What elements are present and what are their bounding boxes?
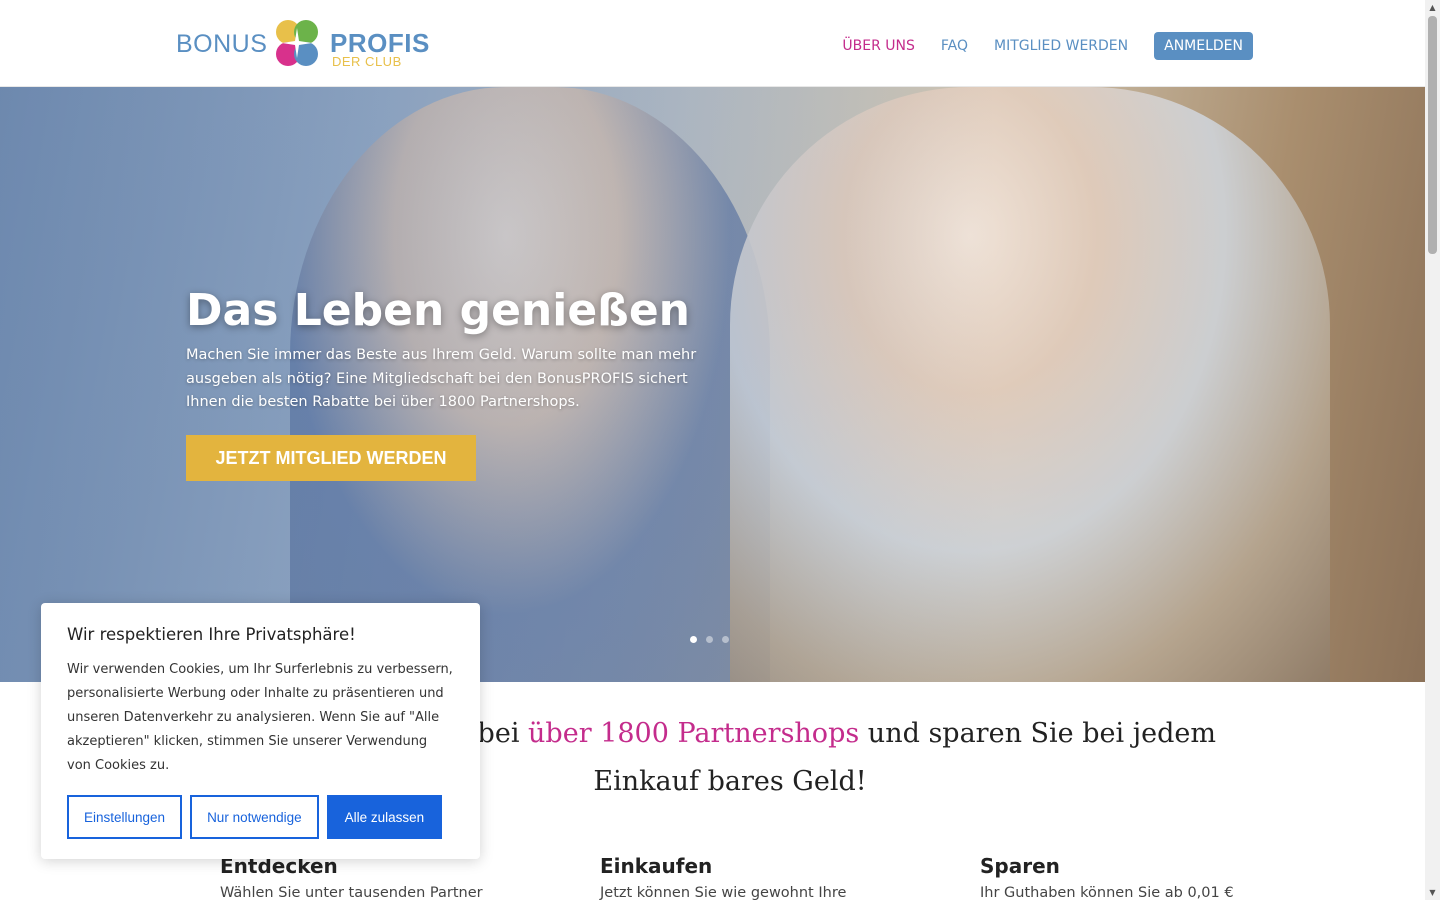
- feature-sparen: Sparen Ihr Guthaben können Sie ab 0,01 €: [980, 854, 1310, 904]
- hero-slider: Das Leben genießen Machen Sie immer das …: [0, 87, 1425, 682]
- site-logo[interactable]: BONUS PROFIS DER CLUB: [176, 14, 429, 72]
- cookie-buttons: Einstellungen Nur notwendige Alle zulass…: [67, 795, 443, 839]
- scroll-up-arrow-icon[interactable]: ▲: [1428, 3, 1437, 12]
- site-header: BONUS PROFIS DER CLUB ÜBER UNS FAQ MITGL…: [0, 0, 1425, 87]
- clover-logo-icon: [276, 20, 318, 66]
- logo-club-text: DER CLUB: [332, 54, 402, 69]
- feature-text: Ihr Guthaben können Sie ab 0,01 €: [980, 885, 1234, 901]
- feature-text: Wählen Sie unter tausenden Partner: [220, 885, 483, 901]
- feature-title: Einkaufen: [600, 854, 713, 878]
- cookie-title: Wir respektieren Ihre Privatsphäre!: [67, 625, 356, 644]
- main-nav: ÜBER UNS FAQ MITGLIED WERDEN ANMELDEN: [816, 32, 1253, 60]
- cookie-text: Wir verwenden Cookies, um Ihr Surferlebn…: [67, 662, 453, 773]
- cookie-necessary-button[interactable]: Nur notwendige: [190, 795, 319, 839]
- cookie-accept-all-button[interactable]: Alle zulassen: [326, 795, 443, 839]
- hero-title: Das Leben genießen: [186, 285, 690, 336]
- nav-item-faq[interactable]: FAQ: [941, 38, 968, 54]
- login-button[interactable]: ANMELDEN: [1154, 32, 1253, 60]
- nav-item-mitglied-werden[interactable]: MITGLIED WERDEN: [994, 38, 1128, 54]
- feature-text: Jetzt können Sie wie gewohnt Ihre: [600, 885, 847, 901]
- tagline-highlight: über 1800 Partnershops: [528, 718, 860, 749]
- feature-title: Sparen: [980, 854, 1060, 878]
- nav-item-ueber-uns[interactable]: ÜBER UNS: [842, 38, 914, 54]
- feature-entdecken: Entdecken Wählen Sie unter tausenden Par…: [220, 854, 550, 904]
- page-scrollbar[interactable]: ▲ ▼: [1425, 0, 1440, 900]
- scroll-thumb[interactable]: [1428, 16, 1437, 254]
- cookie-consent-dialog: Wir respektieren Ihre Privatsphäre! Wir …: [41, 603, 480, 859]
- slider-dot-1[interactable]: [690, 636, 697, 643]
- scroll-down-arrow-icon[interactable]: ▼: [1428, 888, 1437, 897]
- hero-text: Machen Sie immer das Beste aus Ihrem Gel…: [186, 347, 697, 410]
- slider-dot-3[interactable]: [722, 636, 729, 643]
- cookie-settings-button[interactable]: Einstellungen: [67, 795, 183, 839]
- logo-bonus-text: BONUS: [176, 30, 268, 58]
- feature-einkaufen: Einkaufen Jetzt können Sie wie gewohnt I…: [600, 854, 930, 904]
- slider-dots: [690, 636, 729, 643]
- join-now-button[interactable]: JETZT MITGLIED WERDEN: [186, 435, 476, 481]
- slider-dot-2[interactable]: [706, 636, 713, 643]
